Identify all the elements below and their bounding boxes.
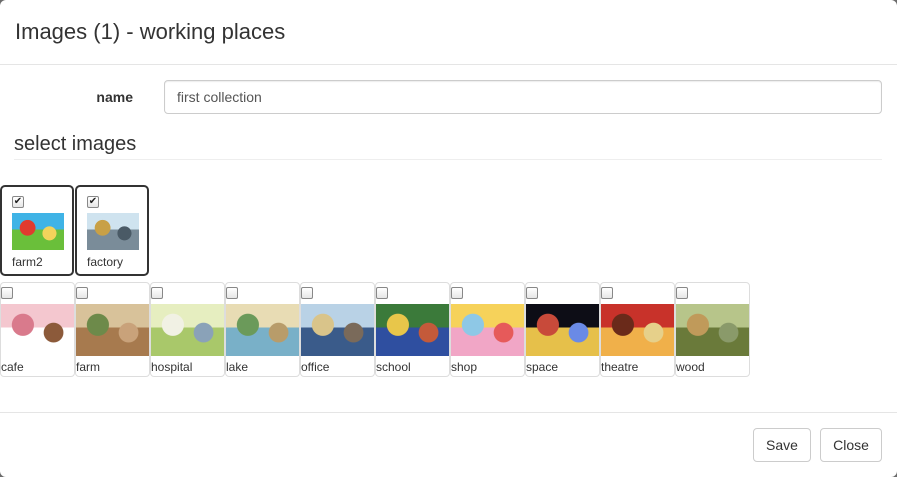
image-preview: [151, 304, 224, 356]
select-images-heading: select images: [14, 131, 882, 160]
image-checkbox[interactable]: [76, 287, 88, 299]
image-preview: [601, 304, 674, 356]
image-checkbox[interactable]: [301, 287, 313, 299]
image-caption: school: [376, 360, 411, 374]
image-preview: [226, 304, 299, 356]
dialog-footer: Save Close: [0, 412, 897, 477]
image-checkbox[interactable]: [376, 287, 388, 299]
name-input[interactable]: [164, 80, 882, 114]
image-checkbox[interactable]: [526, 287, 538, 299]
available-images-row: cafe farm hospital lake office school shop spac…: [0, 282, 750, 377]
image-caption: wood: [676, 360, 705, 374]
image-preview: [376, 304, 449, 356]
image-thumbnail-farm2[interactable]: ✔ farm2: [0, 185, 74, 276]
image-caption: hospital: [151, 360, 193, 374]
image-checkbox[interactable]: [451, 287, 463, 299]
image-thumbnail-hospital[interactable]: hospital: [150, 282, 225, 377]
image-caption: lake: [226, 360, 249, 374]
image-checkbox[interactable]: [676, 287, 688, 299]
image-preview: [1, 304, 74, 356]
selected-images-row: ✔ farm2 ✔ factory: [0, 185, 150, 276]
image-thumbnail-office[interactable]: office: [300, 282, 375, 377]
image-caption: space: [526, 360, 559, 374]
image-thumbnail-farm[interactable]: farm: [75, 282, 150, 377]
dialog-header: Images (1) - working places: [0, 0, 897, 65]
image-caption: cafe: [1, 360, 24, 374]
image-thumbnail-lake[interactable]: lake: [225, 282, 300, 377]
image-thumbnail-factory[interactable]: ✔ factory: [75, 185, 149, 276]
image-thumbnail-shop[interactable]: shop: [450, 282, 525, 377]
image-collection-dialog: Images (1) - working places name select …: [0, 0, 897, 477]
image-checkbox[interactable]: ✔: [12, 196, 24, 208]
image-preview: [301, 304, 374, 356]
dialog-title: Images (1) - working places: [15, 19, 286, 44]
image-preview: [451, 304, 524, 356]
image-preview: [676, 304, 749, 356]
close-button[interactable]: Close: [820, 428, 882, 462]
image-caption: theatre: [601, 360, 639, 374]
image-caption: farm2: [12, 255, 43, 269]
image-caption: farm: [76, 360, 100, 374]
image-caption: factory: [87, 255, 124, 269]
image-thumbnail-theatre[interactable]: theatre: [600, 282, 675, 377]
image-thumbnail-school[interactable]: school: [375, 282, 450, 377]
image-checkbox[interactable]: [601, 287, 613, 299]
image-preview: [87, 213, 139, 250]
name-form-row: name: [0, 80, 897, 114]
dialog-body: name select images ✔ farm2 ✔ factory cafe fa…: [0, 65, 897, 412]
name-label: name: [96, 89, 133, 105]
image-thumbnail-space[interactable]: space: [525, 282, 600, 377]
image-checkbox[interactable]: ✔: [87, 196, 99, 208]
image-checkbox[interactable]: [226, 287, 238, 299]
image-caption: office: [301, 360, 330, 374]
image-thumbnail-wood[interactable]: wood: [675, 282, 750, 377]
image-caption: shop: [451, 360, 478, 374]
image-preview: [76, 304, 149, 356]
image-preview: [12, 213, 64, 250]
image-checkbox[interactable]: [1, 287, 13, 299]
image-thumbnail-cafe[interactable]: cafe: [0, 282, 75, 377]
save-button[interactable]: Save: [753, 428, 811, 462]
image-preview: [526, 304, 599, 356]
image-checkbox[interactable]: [151, 287, 163, 299]
